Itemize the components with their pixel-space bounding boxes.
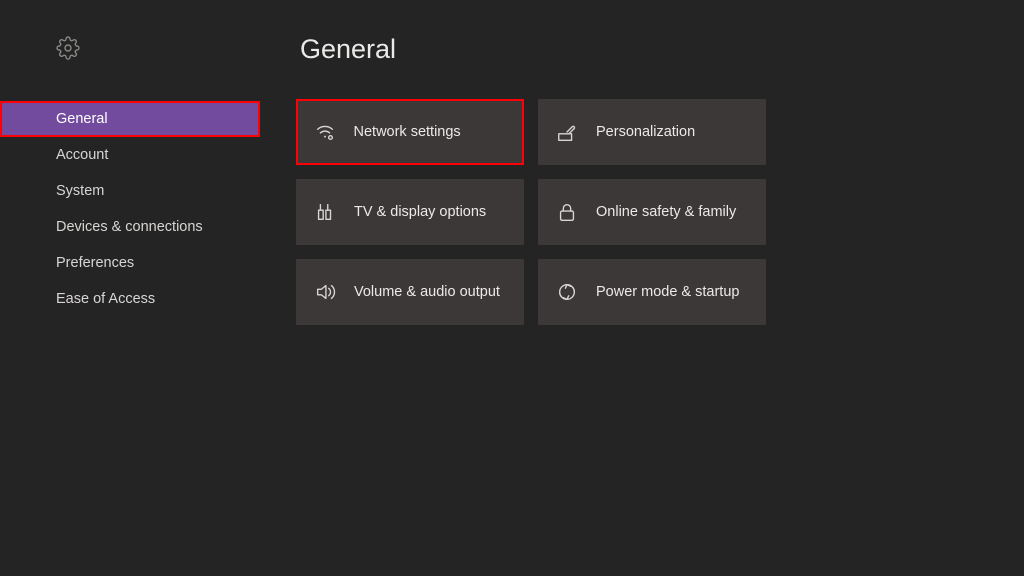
volume-icon [314, 281, 336, 303]
sidebar-item-label: General [56, 111, 108, 127]
sidebar-item-account[interactable]: Account [0, 137, 260, 173]
tile-label: Personalization [596, 124, 695, 140]
sidebar-item-system[interactable]: System [0, 173, 260, 209]
network-icon [314, 121, 336, 143]
tile-personalization[interactable]: Personalization [538, 99, 766, 165]
tile-label: Power mode & startup [596, 284, 739, 300]
sidebar-item-label: System [56, 183, 104, 199]
sidebar-item-label: Account [56, 147, 108, 163]
sidebar-item-general[interactable]: General [0, 101, 260, 137]
sidebar-item-preferences[interactable]: Preferences [0, 245, 260, 281]
tile-tv-display[interactable]: TV & display options [296, 179, 524, 245]
sidebar-item-ease-of-access[interactable]: Ease of Access [0, 281, 260, 317]
sidebar-item-label: Ease of Access [56, 291, 155, 307]
gear-icon [56, 47, 80, 64]
display-icon [314, 201, 336, 223]
sidebar-item-label: Devices & connections [56, 219, 203, 235]
lock-icon [556, 201, 578, 223]
personalize-icon [556, 121, 578, 143]
main-panel: General Network settings Personalization… [260, 0, 1024, 576]
sidebar-item-label: Preferences [56, 255, 134, 271]
settings-gear[interactable] [0, 36, 260, 65]
settings-app: General Account System Devices & connect… [0, 0, 1024, 576]
power-icon [556, 281, 578, 303]
tile-volume-audio[interactable]: Volume & audio output [296, 259, 524, 325]
page-title: General [300, 34, 984, 65]
tile-label: Volume & audio output [354, 284, 500, 300]
tile-label: Network settings [354, 124, 461, 140]
sidebar-item-devices[interactable]: Devices & connections [0, 209, 260, 245]
tile-label: Online safety & family [596, 204, 736, 220]
tile-online-safety[interactable]: Online safety & family [538, 179, 766, 245]
tile-power-mode[interactable]: Power mode & startup [538, 259, 766, 325]
tile-grid: Network settings Personalization TV & di… [296, 99, 984, 325]
tile-network-settings[interactable]: Network settings [296, 99, 524, 165]
tile-label: TV & display options [354, 204, 486, 220]
sidebar: General Account System Devices & connect… [0, 0, 260, 576]
